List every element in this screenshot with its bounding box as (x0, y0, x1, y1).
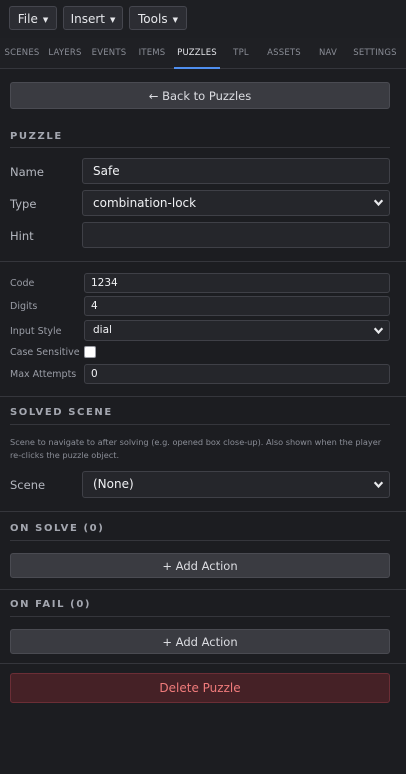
max-attempts-label: Max Attempts (10, 369, 77, 380)
divider (0, 261, 406, 262)
menu-bar: File ▼ Insert ▼ Tools ▼ (0, 0, 406, 39)
max-attempts-field[interactable]: 0 (84, 364, 390, 384)
insert-menu-button[interactable]: Insert ▼ (63, 6, 123, 30)
divider (10, 616, 390, 617)
code-value: 1234 (91, 277, 118, 289)
tab-scenes[interactable]: SCENES (3, 38, 41, 68)
back-to-puzzles-button[interactable]: ← Back to Puzzles (10, 82, 390, 109)
scene-select[interactable]: (None) (82, 471, 390, 498)
caret-down-icon: ▼ (42, 16, 49, 24)
tab-tpl[interactable]: TPL (230, 38, 252, 68)
file-menu-label: File (17, 12, 38, 26)
tab-layers[interactable]: LAYERS (46, 38, 84, 68)
delete-puzzle-button[interactable]: Delete Puzzle (10, 673, 390, 703)
divider (0, 589, 406, 590)
scene-label: Scene (10, 478, 46, 492)
tab-nav[interactable]: NAV (316, 38, 340, 68)
input-style-select[interactable]: dial (84, 320, 390, 341)
divider (0, 396, 406, 397)
name-field[interactable]: Safe (82, 158, 390, 184)
chevron-down-icon (373, 199, 384, 207)
add-fail-action-button[interactable]: + Add Action (10, 629, 390, 654)
case-sensitive-label: Case Sensitive (10, 347, 80, 358)
type-select[interactable]: combination-lock (82, 190, 390, 216)
add-solve-action-button[interactable]: + Add Action (10, 553, 390, 578)
puzzle-section-title: PUZZLE (10, 131, 63, 142)
name-label: Name (10, 165, 44, 179)
divider (10, 147, 390, 148)
digits-label: Digits (10, 301, 38, 312)
tab-assets[interactable]: ASSETS (265, 38, 303, 68)
caret-down-icon: ▼ (110, 16, 116, 24)
divider (0, 663, 406, 664)
tools-menu-button[interactable]: Tools ▼ (129, 6, 187, 30)
divider (10, 540, 390, 541)
digits-value: 4 (91, 300, 98, 312)
code-field[interactable]: 1234 (84, 273, 390, 293)
max-attempts-value: 0 (91, 368, 98, 380)
input-style-label: Input Style (10, 326, 62, 337)
type-label: Type (10, 197, 37, 211)
tab-events[interactable]: EVENTS (89, 38, 129, 68)
type-value: combination-lock (93, 196, 197, 210)
tab-bar: SCENES LAYERS EVENTS ITEMS PUZZLES TPL A… (0, 38, 406, 69)
solved-scene-description: Scene to navigate to after solving (e.g.… (10, 437, 382, 460)
tab-settings[interactable]: SETTINGS (351, 38, 399, 68)
on-fail-section-title: ON FAIL (0) (10, 599, 92, 610)
tools-menu-label: Tools (138, 12, 168, 26)
digits-field[interactable]: 4 (84, 296, 390, 316)
insert-menu-label: Insert (70, 12, 106, 26)
name-value: Safe (93, 164, 120, 178)
hint-label: Hint (10, 229, 34, 243)
divider (0, 511, 406, 512)
divider (10, 424, 390, 425)
caret-down-icon: ▼ (172, 16, 178, 24)
chevron-down-icon (373, 481, 384, 488)
case-sensitive-checkbox[interactable] (84, 346, 96, 358)
file-menu-button[interactable]: File ▼ (9, 6, 57, 30)
code-label: Code (10, 278, 35, 289)
scene-value: (None) (93, 477, 134, 491)
solved-scene-section-title: SOLVED SCENE (10, 407, 113, 418)
tab-items[interactable]: ITEMS (136, 38, 168, 68)
input-style-value: dial (93, 324, 112, 336)
tab-puzzles[interactable]: PUZZLES (174, 38, 220, 69)
chevron-down-icon (373, 327, 384, 334)
hint-field[interactable] (82, 222, 390, 248)
on-solve-section-title: ON SOLVE (0) (10, 523, 105, 534)
